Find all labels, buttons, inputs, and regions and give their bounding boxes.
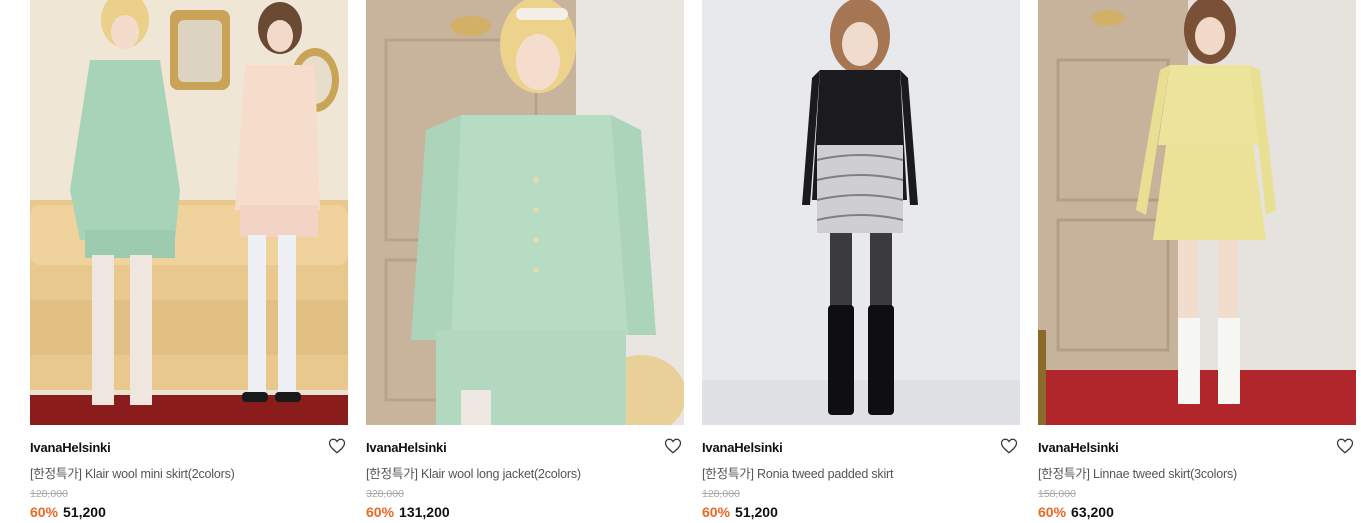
- product-info: IvanaHelsinki [한정특가] Ronia tweed padded …: [702, 425, 1020, 523]
- price-line: 60% 51,200: [702, 504, 778, 520]
- product-title[interactable]: [한정특가] Ronia tweed padded skirt: [702, 463, 893, 482]
- original-price: 128,000: [702, 488, 740, 500]
- product-image[interactable]: [366, 0, 684, 425]
- original-price: 158,000: [1038, 488, 1076, 500]
- brand-name[interactable]: IvanaHelsinki: [366, 440, 447, 455]
- price-line: 60% 51,200: [30, 504, 106, 520]
- product-photo-klair-mini-skirt: [30, 0, 348, 425]
- heart-outline-icon[interactable]: [1336, 437, 1354, 455]
- discount-rate: 60%: [702, 504, 731, 520]
- product-card[interactable]: IvanaHelsinki [한정특가] Klair wool mini ski…: [30, 0, 348, 523]
- product-card[interactable]: IvanaHelsinki [한정특가] Klair wool long jac…: [366, 0, 684, 523]
- product-image[interactable]: [702, 0, 1020, 425]
- product-image[interactable]: [30, 0, 348, 425]
- product-title[interactable]: [한정특가] Klair wool mini skirt(2colors): [30, 463, 235, 482]
- heart-outline-icon[interactable]: [1000, 437, 1018, 455]
- sale-price: 63,200: [1071, 504, 1114, 520]
- brand-name[interactable]: IvanaHelsinki: [30, 440, 111, 455]
- original-price: 328,000: [366, 488, 404, 500]
- discount-rate: 60%: [1038, 504, 1067, 520]
- product-card[interactable]: IvanaHelsinki [한정특가] Linnae tweed skirt(…: [1038, 0, 1356, 523]
- brand-name[interactable]: IvanaHelsinki: [702, 440, 783, 455]
- price-line: 60% 63,200: [1038, 504, 1114, 520]
- product-photo-ronia-tweed-skirt: [702, 0, 1020, 425]
- product-info: IvanaHelsinki [한정특가] Klair wool mini ski…: [30, 425, 348, 523]
- product-info: IvanaHelsinki [한정특가] Linnae tweed skirt(…: [1038, 425, 1356, 523]
- original-price: 128,000: [30, 488, 68, 500]
- product-photo-linnae-tweed-skirt: [1038, 0, 1356, 425]
- discount-rate: 60%: [366, 504, 395, 520]
- heart-outline-icon[interactable]: [328, 437, 346, 455]
- sale-price: 51,200: [735, 504, 778, 520]
- product-card[interactable]: IvanaHelsinki [한정특가] Ronia tweed padded …: [702, 0, 1020, 523]
- heart-outline-icon[interactable]: [664, 437, 682, 455]
- sale-price: 51,200: [63, 504, 106, 520]
- product-title[interactable]: [한정특가] Klair wool long jacket(2colors): [366, 463, 581, 482]
- brand-name[interactable]: IvanaHelsinki: [1038, 440, 1119, 455]
- discount-rate: 60%: [30, 504, 59, 520]
- sale-price: 131,200: [399, 504, 450, 520]
- product-info: IvanaHelsinki [한정특가] Klair wool long jac…: [366, 425, 684, 523]
- price-line: 60% 131,200: [366, 504, 450, 520]
- product-title[interactable]: [한정특가] Linnae tweed skirt(3colors): [1038, 463, 1237, 482]
- product-photo-klair-long-jacket: [366, 0, 684, 425]
- product-image[interactable]: [1038, 0, 1356, 425]
